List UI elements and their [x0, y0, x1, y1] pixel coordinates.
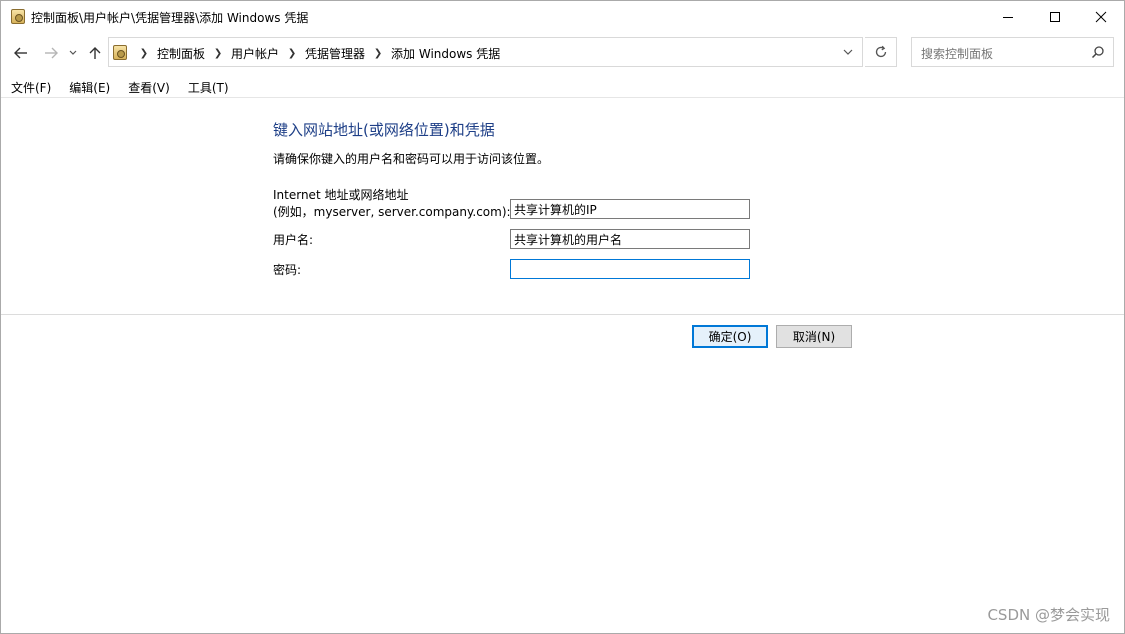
breadcrumb-control-panel[interactable]: 控制面板	[153, 45, 209, 62]
network-address-field[interactable]	[510, 199, 750, 219]
search-icon[interactable]	[1091, 45, 1105, 62]
refresh-button[interactable]	[865, 37, 897, 67]
credential-window: 控制面板\用户帐户\凭据管理器\添加 Windows 凭据 ❯ 控制面板 ❯ 用…	[0, 0, 1125, 634]
recent-locations-button[interactable]	[67, 43, 79, 63]
username-field[interactable]	[510, 229, 750, 249]
address-label-line2: (例如，myserver, server.company.com):	[273, 205, 511, 219]
chevron-down-icon	[843, 49, 853, 55]
control-panel-icon	[113, 45, 127, 60]
close-button[interactable]	[1078, 1, 1124, 32]
maximize-icon	[1050, 11, 1060, 22]
ok-button[interactable]: 确定(O)	[692, 325, 768, 348]
window-title: 控制面板\用户帐户\凭据管理器\添加 Windows 凭据	[31, 11, 309, 25]
content-divider	[1, 314, 1124, 315]
close-icon	[1095, 11, 1107, 22]
arrow-up-icon	[89, 47, 101, 59]
menu-view[interactable]: 查看(V)	[118, 75, 178, 97]
page-title: 键入网站地址(或网络位置)和凭据	[273, 121, 495, 139]
minimize-icon	[1003, 16, 1013, 18]
chevron-right-icon: ❯	[287, 48, 297, 59]
arrow-right-icon	[45, 47, 58, 59]
menu-bar: 文件(F) 编辑(E) 查看(V) 工具(T)	[1, 75, 237, 97]
arrow-left-icon	[14, 47, 27, 59]
address-bar[interactable]: ❯ 控制面板 ❯ 用户帐户 ❯ 凭据管理器 ❯ 添加 Windows 凭据	[108, 37, 863, 67]
refresh-icon	[875, 45, 886, 58]
password-label: 密码:	[273, 263, 302, 277]
menu-divider	[1, 97, 1124, 98]
search-placeholder: 搜索控制面板	[921, 47, 994, 61]
title-bar: 控制面板\用户帐户\凭据管理器\添加 Windows 凭据	[1, 1, 1124, 33]
chevron-right-icon: ❯	[213, 48, 223, 59]
menu-edit[interactable]: 编辑(E)	[59, 75, 118, 97]
back-button[interactable]	[11, 43, 31, 63]
chevron-down-icon	[69, 50, 77, 55]
chevron-right-icon: ❯	[139, 48, 149, 59]
cancel-button[interactable]: 取消(N)	[776, 325, 852, 348]
breadcrumb-user-accounts[interactable]: 用户帐户	[227, 45, 283, 62]
breadcrumb: ❯ 控制面板 ❯ 用户帐户 ❯ 凭据管理器 ❯ 添加 Windows 凭据	[135, 45, 504, 62]
password-field[interactable]	[510, 259, 750, 279]
menu-file[interactable]: 文件(F)	[1, 75, 59, 97]
search-input[interactable]: 搜索控制面板	[911, 37, 1114, 67]
chevron-right-icon: ❯	[373, 48, 383, 59]
minimize-button[interactable]	[985, 1, 1031, 32]
up-button[interactable]	[86, 43, 104, 63]
breadcrumb-add-credential[interactable]: 添加 Windows 凭据	[387, 45, 504, 62]
watermark: CSDN @梦会实现	[987, 606, 1110, 624]
address-label-line1: Internet 地址或网络地址	[273, 188, 409, 202]
breadcrumb-credential-manager[interactable]: 凭据管理器	[301, 45, 369, 62]
menu-tools[interactable]: 工具(T)	[178, 75, 237, 97]
page-description: 请确保你键入的用户名和密码可以用于访问该位置。	[273, 152, 550, 166]
credential-manager-icon	[11, 9, 25, 24]
username-label: 用户名:	[273, 233, 314, 247]
address-dropdown-button[interactable]	[834, 38, 862, 66]
maximize-button[interactable]	[1032, 1, 1078, 32]
forward-button[interactable]	[41, 43, 61, 63]
